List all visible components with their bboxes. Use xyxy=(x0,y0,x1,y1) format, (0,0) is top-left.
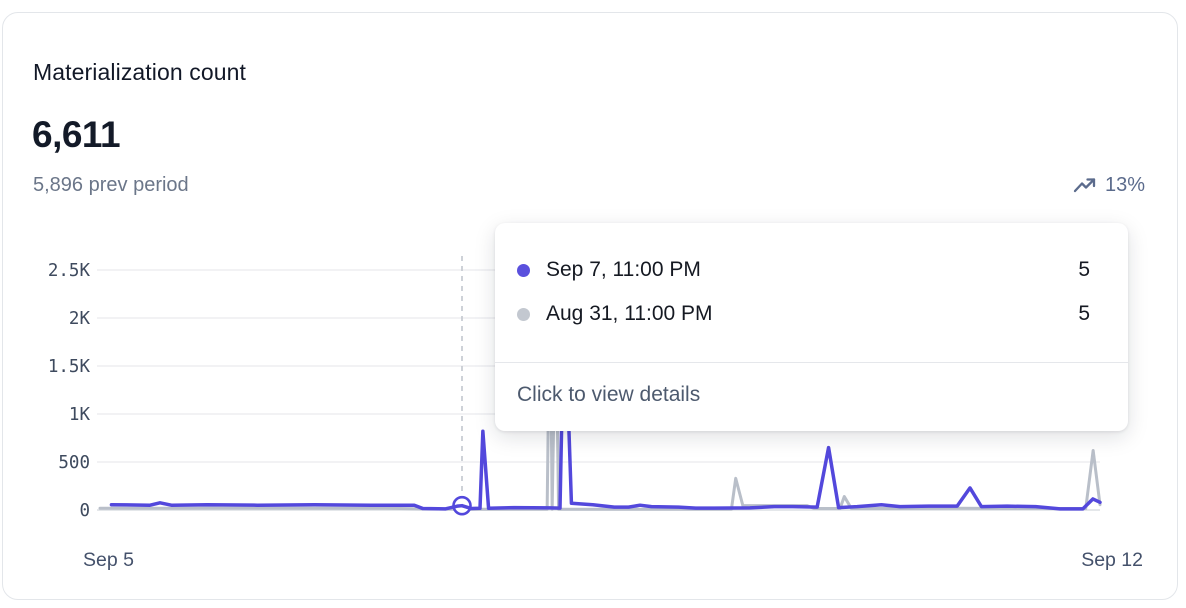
chart-tooltip[interactable]: Sep 7, 11:00 PM 5 Aug 31, 11:00 PM 5 Cli… xyxy=(495,223,1128,431)
tooltip-row-current: Sep 7, 11:00 PM 5 xyxy=(517,248,1090,292)
tooltip-row-label: Sep 7, 11:00 PM xyxy=(546,258,701,282)
x-axis-label-end: Sep 12 xyxy=(1043,549,1143,572)
tooltip-footer[interactable]: Click to view details xyxy=(495,363,1128,407)
screenshot-stage: Materialization count 6,611 5,896 prev p… xyxy=(0,0,1186,608)
tooltip-row-value: 5 xyxy=(1078,302,1090,326)
previous-series-dot-icon xyxy=(517,308,530,321)
current-series-dot-icon xyxy=(517,264,530,277)
tooltip-row-label: Aug 31, 11:00 PM xyxy=(546,302,713,326)
trend-percent: 13% xyxy=(1105,174,1145,197)
card-title: Materialization count xyxy=(33,59,246,86)
x-axis-label-start: Sep 5 xyxy=(83,549,134,572)
metric-total-value: 6,611 xyxy=(32,114,120,156)
trend-indicator: 13% xyxy=(1073,174,1145,197)
trending-up-icon xyxy=(1073,177,1098,194)
tooltip-row-value: 5 xyxy=(1078,258,1090,282)
tooltip-rows: Sep 7, 11:00 PM 5 Aug 31, 11:00 PM 5 xyxy=(495,223,1128,336)
tooltip-row-previous: Aug 31, 11:00 PM 5 xyxy=(517,292,1090,336)
metric-prev-period: 5,896 prev period xyxy=(33,174,189,197)
